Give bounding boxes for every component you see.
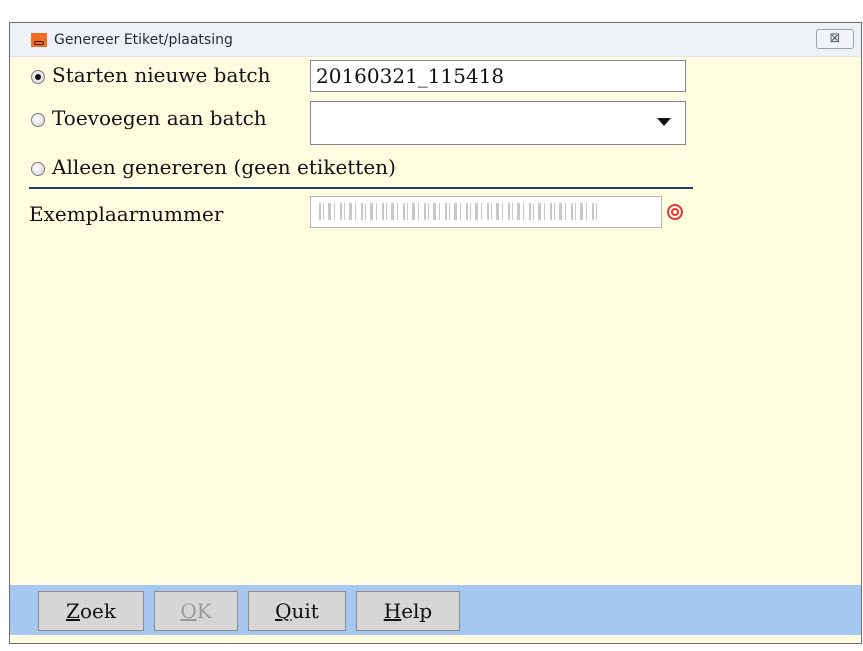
- option-label-alleen: Alleen genereren (geen etiketten): [52, 155, 396, 179]
- help-button[interactable]: Help: [356, 591, 460, 631]
- target-icon[interactable]: [667, 204, 683, 220]
- close-button[interactable]: ⊠: [816, 29, 854, 49]
- batch-select[interactable]: [310, 101, 686, 145]
- chevron-down-icon[interactable]: [657, 118, 671, 126]
- exemplaarnummer-label: Exemplaarnummer: [29, 202, 224, 226]
- radio-toevoegen-aan-batch[interactable]: [31, 113, 45, 127]
- option-toevoegen-row: Toevoegen aan batch: [10, 101, 861, 145]
- zoek-label-rest: oek: [79, 599, 116, 623]
- ok-button[interactable]: OK: [154, 591, 238, 631]
- option-alleen-row: Alleen genereren (geen etiketten): [10, 154, 861, 184]
- section-divider: [29, 187, 693, 189]
- zoek-mnemonic: Z: [66, 599, 80, 623]
- window-title: Genereer Etiket/plaatsing: [54, 32, 233, 48]
- option-label-toevoegen: Toevoegen aan batch: [52, 106, 267, 130]
- barcode-icon: [319, 203, 599, 220]
- quit-mnemonic: Q: [275, 599, 292, 623]
- quit-button[interactable]: Quit: [248, 591, 346, 631]
- zoek-button[interactable]: Zoek: [38, 591, 144, 631]
- help-label-rest: elp: [401, 599, 433, 623]
- batch-name-input[interactable]: 20160321_115418: [310, 60, 686, 92]
- option-label-starten: Starten nieuwe batch: [52, 63, 271, 87]
- help-mnemonic: H: [383, 599, 402, 623]
- quit-label-rest: uit: [291, 599, 319, 623]
- radio-alleen-genereren[interactable]: [31, 162, 45, 176]
- app-icon: [31, 33, 47, 47]
- option-starten-row: Starten nieuwe batch 20160321_115418: [10, 60, 861, 92]
- exemplaarnummer-input[interactable]: [310, 196, 662, 228]
- button-bar: Zoek OK Quit Help: [10, 585, 861, 635]
- dialog-window: Genereer Etiket/plaatsing ⊠ Starten nieu…: [9, 22, 862, 644]
- title-bar: Genereer Etiket/plaatsing ⊠: [10, 23, 861, 57]
- ok-mnemonic: O: [180, 599, 197, 623]
- ok-label-rest: K: [196, 599, 212, 623]
- radio-starten-nieuwe-batch[interactable]: [31, 70, 45, 84]
